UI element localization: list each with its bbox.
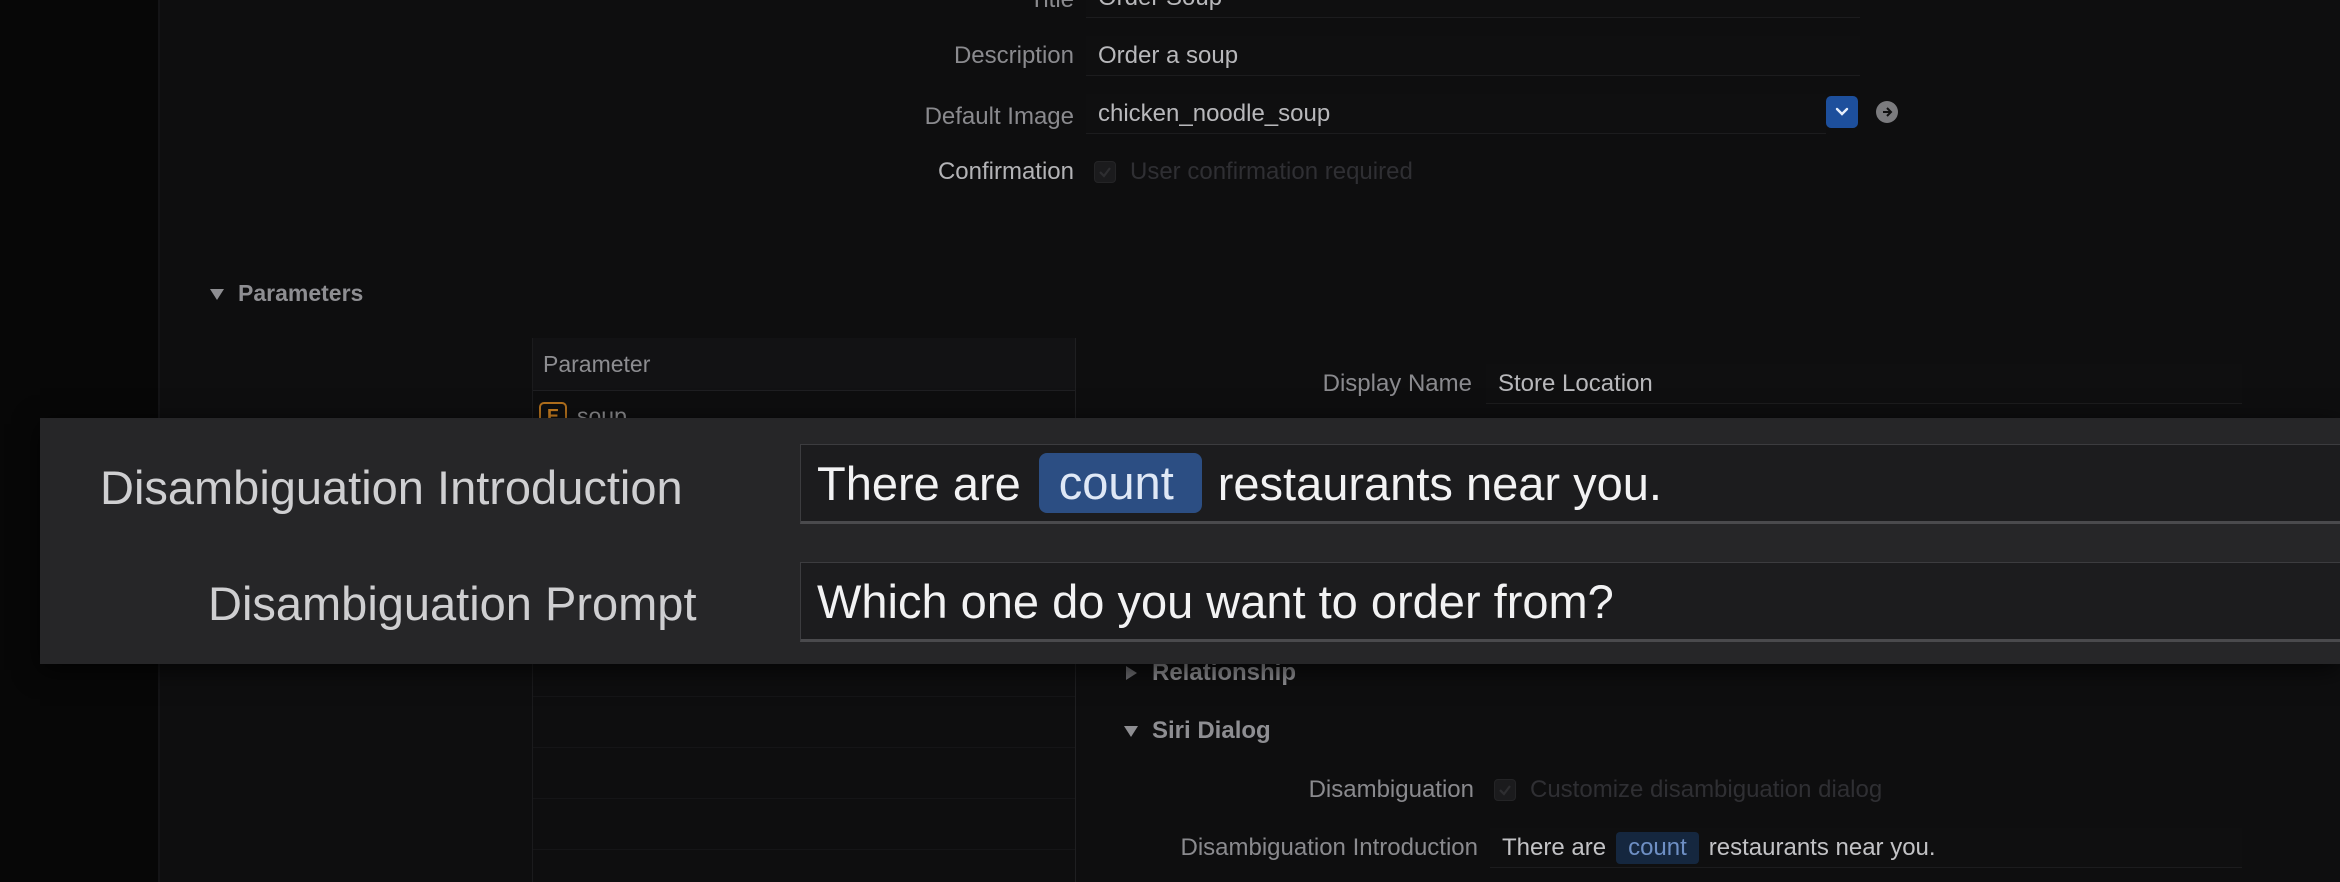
table-header: Parameter — [533, 338, 1075, 391]
disambiguation-label: Disambiguation — [1308, 776, 1474, 803]
disambiguation-intro-field[interactable]: There are count restaurants near you. — [1490, 828, 2242, 868]
table-row — [533, 697, 1075, 748]
overlay-prompt-field[interactable]: Which one do you want to order from? — [800, 562, 2340, 642]
intro-text-before: There are — [1502, 833, 1607, 861]
confirmation-checkbox[interactable] — [1094, 161, 1116, 183]
siri-dialog-disclosure[interactable]: Siri Dialog — [1122, 717, 1271, 745]
checkmark-icon — [1499, 785, 1511, 796]
parameters-header: Parameters — [238, 280, 364, 306]
disclosure-triangle-down-icon — [1124, 726, 1138, 737]
disambiguation-checkbox-text: Customize disambiguation dialog — [1530, 776, 1883, 803]
confirmation-text: User confirmation required — [1130, 158, 1413, 185]
disambiguation-checkbox[interactable] — [1494, 779, 1516, 801]
disclosure-triangle-right-icon — [1126, 666, 1137, 680]
arrow-right-icon — [1883, 107, 1893, 117]
overlay-intro-before: There are — [817, 456, 1021, 510]
zoom-callout: Disambiguation Introduction There are co… — [40, 418, 2340, 664]
overlay-intro-after: restaurants near you. — [1217, 456, 1662, 510]
count-token[interactable]: count — [1616, 831, 1699, 864]
overlay-prompt-value: Which one do you want to order from? — [817, 574, 1614, 628]
display-name-label: Display Name — [1322, 370, 1472, 397]
overlay-intro-field[interactable]: There are count restaurants near you. — [800, 444, 2340, 524]
chevron-down-icon — [1835, 107, 1849, 116]
default-image-popup[interactable]: chicken_noodle_soup — [1086, 94, 1826, 134]
popup-chevron-button[interactable] — [1826, 96, 1858, 128]
overlay-prompt-label: Disambiguation Prompt — [208, 577, 697, 630]
disclosure-triangle-down-icon — [210, 288, 224, 300]
intro-text-after: restaurants near you. — [1708, 833, 1936, 861]
description-label: Description — [953, 42, 1074, 69]
overlay-count-token[interactable]: count — [1038, 453, 1202, 513]
description-field[interactable]: Order a soup — [1086, 36, 1860, 76]
title-field[interactable]: Order Soup — [1086, 0, 1860, 18]
overlay-intro-label: Disambiguation Introduction — [100, 461, 683, 514]
display-name-field[interactable]: Store Location — [1486, 364, 2242, 404]
intent-editor: Title Order Soup Description Order a sou… — [0, 0, 2340, 882]
siri-dialog-header: Siri Dialog — [1152, 717, 1271, 744]
disambiguation-intro-label: Disambiguation Introduction — [1180, 834, 1478, 861]
table-row — [533, 799, 1075, 850]
default-image-label: Default Image — [924, 103, 1074, 130]
table-row — [533, 850, 1075, 882]
title-label: Title — [1030, 0, 1074, 14]
confirmation-label: Confirmation — [937, 158, 1074, 185]
table-row — [533, 748, 1075, 799]
go-to-asset-button[interactable] — [1876, 101, 1898, 123]
checkmark-icon — [1099, 167, 1111, 178]
parameters-disclosure[interactable]: Parameters — [208, 280, 363, 307]
